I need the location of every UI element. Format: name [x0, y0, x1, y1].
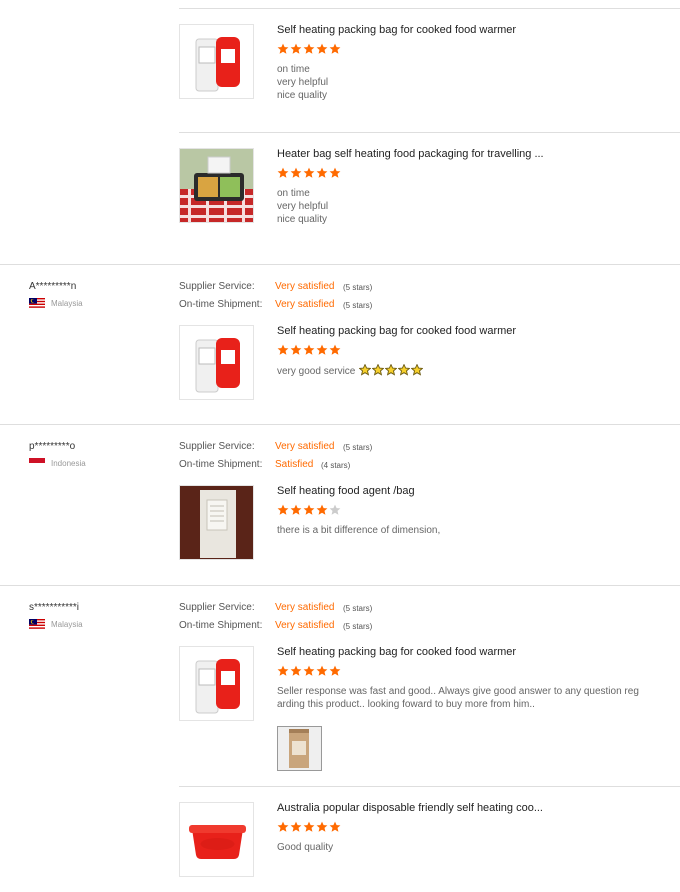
star-filled-icon [316, 167, 328, 178]
ontime-shipment-stars: (5 stars) [343, 301, 373, 310]
review-text: there is a bit difference of dimension, [277, 525, 441, 536]
review-text: very good service [277, 363, 424, 380]
supplier-service-label: Supplier Service: [179, 602, 255, 613]
supplier-service-value: Very satisfied [275, 602, 335, 613]
rating-stars [277, 504, 342, 516]
emoji-star-icon [384, 363, 398, 376]
star-filled-icon [290, 167, 302, 178]
star-filled-icon [329, 344, 341, 355]
divider [0, 264, 680, 265]
product-thumbnail[interactable] [179, 802, 254, 877]
supplier-service-value: Very satisfied [275, 281, 335, 292]
ontime-shipment-label: On-time Shipment: [179, 620, 263, 631]
ontime-shipment-value: Satisfied [275, 459, 314, 470]
ontime-shipment-label: On-time Shipment: [179, 299, 263, 310]
star-filled-icon [277, 821, 289, 832]
star-filled-icon [329, 821, 341, 832]
star-filled-icon [277, 167, 289, 178]
product-title[interactable]: Self heating packing bag for cooked food… [277, 24, 516, 36]
star-filled-icon [303, 167, 315, 178]
emoji-star-icon [397, 363, 411, 376]
star-filled-icon [290, 665, 302, 676]
star-filled-icon [277, 504, 289, 515]
supplier-service-value: Very satisfied [275, 441, 335, 452]
product-thumbnail[interactable] [179, 24, 254, 99]
product-title[interactable]: Self heating food agent /bag [277, 485, 415, 497]
emoji-stars-icon [358, 363, 424, 380]
star-filled-icon [303, 821, 315, 832]
star-filled-icon [277, 665, 289, 676]
supplier-service-stars: (5 stars) [343, 443, 373, 452]
rating-stars [277, 43, 342, 55]
review-text: Good quality [277, 842, 334, 853]
star-filled-icon [290, 344, 302, 355]
star-filled-icon [290, 821, 302, 832]
review-text: Seller response was fast and good.. Alwa… [277, 686, 639, 710]
divider [179, 786, 680, 787]
emoji-star-icon [371, 363, 385, 376]
ontime-shipment-stars: (4 stars) [321, 461, 351, 470]
buyer-name: s***********i [29, 602, 80, 613]
buyer-country: Indonesia [29, 458, 86, 468]
malaysia-flag-icon [29, 619, 45, 629]
review-photo-attachment[interactable] [277, 726, 322, 771]
country-label: Malaysia [51, 620, 83, 629]
product-thumbnail[interactable] [179, 325, 254, 400]
ontime-shipment-value: Very satisfied [275, 620, 335, 631]
rating-stars [277, 167, 342, 179]
indonesia-flag-icon [29, 458, 45, 468]
ontime-shipment-value: Very satisfied [275, 299, 335, 310]
ontime-shipment-label: On-time Shipment: [179, 459, 263, 470]
star-filled-icon [316, 43, 328, 54]
supplier-service-stars: (5 stars) [343, 283, 373, 292]
product-thumbnail[interactable] [179, 485, 254, 560]
emoji-star-icon [358, 363, 372, 376]
star-filled-icon [316, 344, 328, 355]
star-filled-icon [329, 665, 341, 676]
buyer-country: Malaysia [29, 619, 83, 629]
star-filled-icon [303, 344, 315, 355]
divider [0, 424, 680, 425]
star-filled-icon [290, 43, 302, 54]
star-filled-icon [303, 504, 315, 515]
star-filled-icon [290, 504, 302, 515]
product-title[interactable]: Heater bag self heating food packaging f… [277, 148, 544, 160]
review-text: on time very helpful nice quality [277, 64, 329, 101]
rating-stars [277, 665, 342, 677]
malaysia-flag-icon [29, 298, 45, 308]
country-label: Indonesia [51, 459, 86, 468]
product-thumbnail[interactable] [179, 148, 254, 223]
star-filled-icon [316, 665, 328, 676]
product-thumbnail[interactable] [179, 646, 254, 721]
rating-stars [277, 821, 342, 833]
star-filled-icon [277, 43, 289, 54]
star-empty-icon [329, 504, 341, 515]
supplier-service-stars: (5 stars) [343, 604, 373, 613]
star-filled-icon [303, 43, 315, 54]
product-title[interactable]: Self heating packing bag for cooked food… [277, 646, 516, 658]
star-filled-icon [329, 43, 341, 54]
product-title[interactable]: Australia popular disposable friendly se… [277, 802, 543, 814]
star-filled-icon [277, 344, 289, 355]
divider [0, 585, 680, 586]
buyer-country: Malaysia [29, 298, 83, 308]
buyer-name: p*********o [29, 441, 76, 452]
review-text: on time very helpful nice quality [277, 188, 329, 225]
emoji-star-icon [410, 363, 424, 376]
product-title[interactable]: Self heating packing bag for cooked food… [277, 325, 516, 337]
star-filled-icon [316, 821, 328, 832]
divider [179, 132, 680, 133]
ontime-shipment-stars: (5 stars) [343, 622, 373, 631]
star-filled-icon [303, 665, 315, 676]
divider [179, 8, 680, 9]
star-filled-icon [316, 504, 328, 515]
star-filled-icon [329, 167, 341, 178]
country-label: Malaysia [51, 299, 83, 308]
buyer-name: A*********n [29, 281, 77, 292]
rating-stars [277, 344, 342, 356]
supplier-service-label: Supplier Service: [179, 281, 255, 292]
supplier-service-label: Supplier Service: [179, 441, 255, 452]
